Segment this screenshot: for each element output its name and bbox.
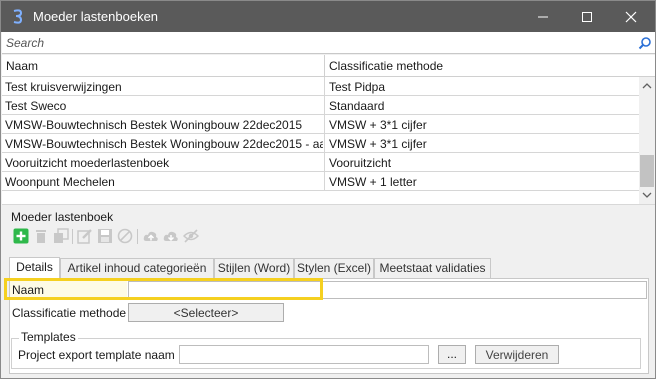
column-divider[interactable] bbox=[324, 55, 325, 77]
cell-naam: VMSW-Bouwtechnisch Bestek Woningbouw 22d… bbox=[5, 137, 323, 151]
download-icon[interactable] bbox=[163, 228, 179, 244]
add-icon[interactable] bbox=[13, 228, 29, 244]
tab-meetstaat-validaties[interactable]: Meetstaat validaties bbox=[374, 258, 491, 278]
maximize-icon bbox=[582, 11, 592, 22]
cell-classificatie: VMSW + 1 letter bbox=[329, 175, 417, 189]
templates-title: Templates bbox=[19, 330, 78, 344]
cell-naam: Test Sweco bbox=[5, 99, 67, 113]
highlight-box bbox=[4, 278, 323, 300]
window-title: Moeder lastenboeken bbox=[33, 9, 159, 24]
table-header: Naam Classificatie methode bbox=[2, 55, 655, 77]
minimize-icon bbox=[538, 16, 548, 17]
cell-classificatie: VMSW + 3*1 cijfer bbox=[329, 118, 427, 132]
hide-icon[interactable] bbox=[183, 228, 199, 244]
minimize-button[interactable] bbox=[521, 1, 565, 32]
tab-stijlen-word[interactable]: Stijlen (Word) bbox=[214, 258, 294, 278]
cancel-icon[interactable] bbox=[117, 228, 133, 244]
table-row[interactable]: VMSW-Bouwtechnisch Bestek Woningbouw 22d… bbox=[2, 134, 639, 153]
tab-artikel-inhoud[interactable]: Artikel inhoud categorieën bbox=[60, 258, 214, 278]
cell-divider bbox=[324, 172, 325, 191]
cell-divider bbox=[324, 77, 325, 96]
title-bar: Moeder lastenboeken bbox=[1, 1, 655, 32]
cell-divider bbox=[324, 96, 325, 115]
table-row[interactable]: Vooruitzicht moederlastenboek Vooruitzic… bbox=[2, 153, 639, 172]
tab-stylen-excel[interactable]: Stylen (Excel) bbox=[294, 258, 374, 278]
copy-icon[interactable] bbox=[53, 228, 69, 244]
cell-classificatie: Test Pidpa bbox=[329, 80, 386, 94]
cell-classificatie: Vooruitzicht bbox=[329, 156, 392, 170]
edit-icon[interactable] bbox=[77, 228, 93, 244]
maximize-button[interactable] bbox=[565, 1, 609, 32]
cell-classificatie: VMSW + 3*1 cijfer bbox=[329, 137, 427, 151]
template-field[interactable] bbox=[179, 345, 429, 364]
table-row[interactable]: Woonpunt Mechelen VMSW + 1 letter bbox=[2, 172, 639, 191]
delete-icon[interactable] bbox=[33, 228, 49, 244]
cell-naam: VMSW-Bouwtechnisch Bestek Woningbouw 22d… bbox=[5, 118, 303, 132]
scroll-up-icon[interactable] bbox=[642, 81, 652, 91]
close-button[interactable] bbox=[609, 1, 653, 32]
cell-divider bbox=[324, 134, 325, 153]
search-bar bbox=[2, 32, 655, 54]
main-window: Moeder lastenboeken Naam Classificatie m… bbox=[0, 0, 656, 379]
verwijderen-button[interactable]: Verwijderen bbox=[475, 345, 559, 364]
cell-naam: Test kruisverwijzingen bbox=[5, 80, 122, 94]
table-row[interactable]: Test Sweco Standaard bbox=[2, 96, 639, 115]
cell-divider bbox=[324, 115, 325, 134]
vertical-scrollbar[interactable] bbox=[639, 77, 655, 204]
cell-naam: Vooruitzicht moederlastenboek bbox=[5, 156, 170, 170]
close-icon bbox=[625, 11, 637, 22]
selecteer-button[interactable]: <Selecteer> bbox=[128, 303, 284, 322]
column-header-classificatie[interactable]: Classificatie methode bbox=[329, 59, 443, 73]
lastenboek-table: Naam Classificatie methode Test kruisver… bbox=[2, 55, 655, 204]
template-label: Project export template naam bbox=[18, 348, 175, 362]
upload-icon[interactable] bbox=[143, 228, 159, 244]
table-row[interactable]: VMSW-Bouwtechnisch Bestek Woningbouw 22d… bbox=[2, 115, 639, 134]
toolbar-divider bbox=[137, 229, 138, 244]
toolbar-divider bbox=[72, 229, 73, 244]
search-input[interactable] bbox=[6, 35, 626, 51]
group-title: Moeder lastenboek bbox=[11, 210, 114, 224]
classificatie-label: Classificatie methode bbox=[12, 306, 127, 320]
table-row[interactable]: Test kruisverwijzingen Test Pidpa bbox=[2, 77, 639, 96]
scrollbar-thumb[interactable] bbox=[640, 155, 654, 187]
save-icon[interactable] bbox=[97, 228, 113, 244]
search-icon[interactable] bbox=[638, 36, 652, 50]
column-header-naam[interactable]: Naam bbox=[6, 59, 38, 73]
browse-button[interactable]: ... bbox=[438, 345, 466, 364]
tab-details[interactable]: Details bbox=[9, 257, 60, 279]
app-logo-icon bbox=[10, 8, 26, 25]
cell-divider bbox=[324, 153, 325, 172]
scroll-down-icon[interactable] bbox=[642, 190, 652, 200]
cell-naam: Woonpunt Mechelen bbox=[5, 175, 115, 189]
splitter[interactable] bbox=[2, 204, 655, 208]
cell-classificatie: Standaard bbox=[329, 99, 385, 113]
